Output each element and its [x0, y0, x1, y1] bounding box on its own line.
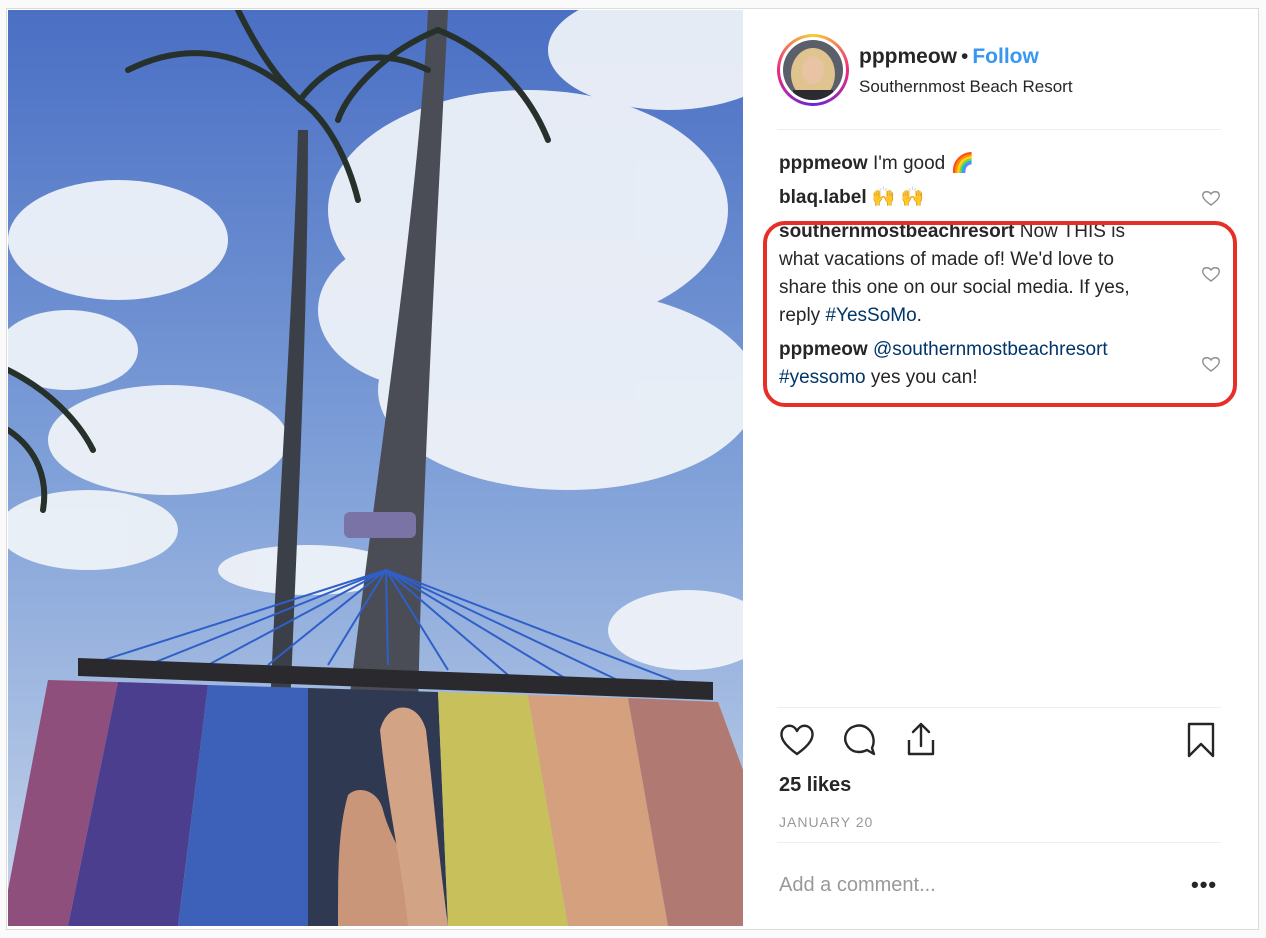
like-button[interactable] [777, 720, 821, 764]
comment-item: blaq.label 🙌 🙌 [779, 184, 1220, 212]
more-options-button[interactable]: ••• [1191, 872, 1217, 898]
comment-item: pppmeow I'm good 🌈 [779, 150, 1199, 178]
comment-button[interactable] [839, 720, 883, 764]
likes-count[interactable]: 25 likes [779, 774, 851, 797]
comment-icon [844, 724, 876, 756]
comment-text: I'm good 🌈 [872, 153, 975, 174]
avatar[interactable] [777, 34, 849, 106]
separator-dot: • [961, 45, 969, 68]
post-header: pppmeow • Follow Southernmost Beach Resort [777, 34, 1221, 130]
share-icon [907, 722, 935, 756]
comment-divider [777, 842, 1221, 843]
comment-text: 🙌 🙌 [871, 187, 925, 208]
bookmark-icon [1187, 722, 1215, 758]
post-location[interactable]: Southernmost Beach Resort [859, 77, 1073, 97]
comment-like-heart-icon[interactable] [1201, 189, 1221, 207]
bookmark-button[interactable] [1181, 720, 1225, 764]
heart-icon [780, 724, 814, 756]
post-photo[interactable] [8, 10, 743, 926]
share-button[interactable] [901, 720, 945, 764]
add-comment-input[interactable] [779, 870, 1159, 900]
header-divider [777, 129, 1221, 130]
avatar-photo [783, 40, 843, 100]
post-username[interactable]: pppmeow [859, 45, 957, 68]
post-date[interactable]: JANUARY 20 [779, 814, 873, 830]
hammock-palm-photo [8, 10, 743, 926]
comment-username[interactable]: blaq.label [779, 187, 867, 208]
follow-button[interactable]: Follow [972, 45, 1039, 68]
highlight-annotation [763, 221, 1237, 407]
comment-username[interactable]: pppmeow [779, 153, 868, 174]
post-sidebar: pppmeow • Follow Southernmost Beach Resort… [743, 10, 1259, 926]
actions-divider [777, 707, 1221, 708]
action-bar [777, 720, 1221, 766]
